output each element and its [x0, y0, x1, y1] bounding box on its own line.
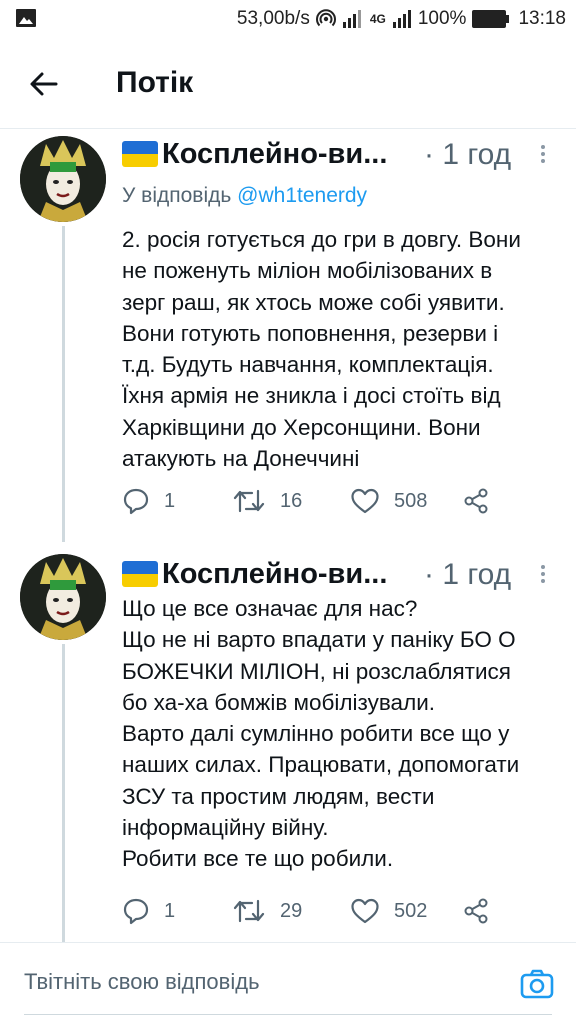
tweet[interactable]: Косплейно-ви... · 1 год Що це все означа…	[0, 550, 576, 942]
author-name[interactable]: Косплейно-ви...	[162, 138, 387, 171]
retweet-count: 29	[280, 899, 303, 922]
tweet-actions: 1 29 502	[122, 897, 562, 931]
avatar[interactable]	[20, 554, 106, 640]
hotspot-icon	[315, 9, 336, 27]
page-title: Потік	[116, 66, 194, 99]
heart-icon	[351, 488, 379, 514]
retweet-button[interactable]: 29	[232, 897, 302, 925]
top-app-bar: Потік	[0, 38, 576, 129]
more-options-icon[interactable]	[536, 142, 550, 168]
reply-icon	[123, 488, 149, 515]
camera-icon[interactable]	[518, 965, 556, 1003]
share-button[interactable]	[462, 487, 490, 515]
ukraine-flag-icon	[122, 141, 158, 167]
tweet-time: · 1 год	[424, 558, 512, 591]
input-underline	[24, 1014, 552, 1015]
retweet-icon	[233, 899, 265, 923]
network-speed: 53,00b/s	[236, 8, 310, 29]
reply-count: 1	[164, 489, 176, 512]
tweet-time: · 1 год	[424, 138, 512, 171]
ukraine-flag-icon	[122, 561, 158, 587]
share-button[interactable]	[462, 897, 490, 925]
like-count: 502	[394, 899, 428, 922]
avatar-image	[20, 136, 106, 222]
reply-button[interactable]: 1	[122, 897, 175, 925]
share-icon	[464, 488, 488, 514]
thread-line	[62, 644, 65, 942]
clock: 13:18	[518, 8, 566, 29]
back-arrow-icon[interactable]	[26, 66, 62, 102]
image-notification-icon	[16, 9, 36, 27]
battery-percent: 100%	[417, 8, 467, 29]
thread-line	[62, 226, 65, 542]
reply-context: У відповідь @wh1tenerdy	[122, 184, 367, 208]
like-button[interactable]: 508	[350, 487, 427, 515]
heart-icon	[351, 898, 379, 924]
signal-4g-icon	[392, 10, 411, 28]
share-icon	[464, 898, 488, 924]
tweet-actions: 1 16 508	[122, 487, 562, 521]
reply-button[interactable]: 1	[122, 487, 175, 515]
like-count: 508	[394, 489, 428, 512]
battery-icon	[472, 10, 510, 28]
more-options-icon[interactable]	[536, 562, 550, 588]
retweet-icon	[233, 489, 265, 513]
avatar[interactable]	[20, 136, 106, 222]
retweet-count: 16	[280, 489, 303, 512]
tweet[interactable]: Косплейно-ви... · 1 год У відповідь @wh1…	[0, 130, 576, 542]
reply-icon	[123, 898, 149, 925]
like-button[interactable]: 502	[350, 897, 427, 925]
reply-handle-link[interactable]: @wh1tenerdy	[237, 184, 367, 207]
tweet-text: Що це все означає для нас? Що не ні варт…	[122, 596, 520, 872]
avatar-image	[20, 554, 106, 640]
reply-prefix: У відповідь	[122, 184, 232, 207]
network-type: 4G	[369, 12, 386, 26]
reply-count: 1	[164, 899, 176, 922]
signal-icon	[342, 10, 361, 28]
retweet-button[interactable]: 16	[232, 487, 302, 515]
reply-compose-bar: Твітніть свою відповідь	[0, 942, 576, 1025]
status-bar: 53,00b/s 4G 100% 13:18	[0, 0, 576, 38]
reply-input[interactable]: Твітніть свою відповідь	[24, 969, 260, 995]
author-name[interactable]: Косплейно-ви...	[162, 558, 387, 591]
tweet-text: 2. росія готується до гри в довгу. Вони …	[122, 227, 521, 472]
